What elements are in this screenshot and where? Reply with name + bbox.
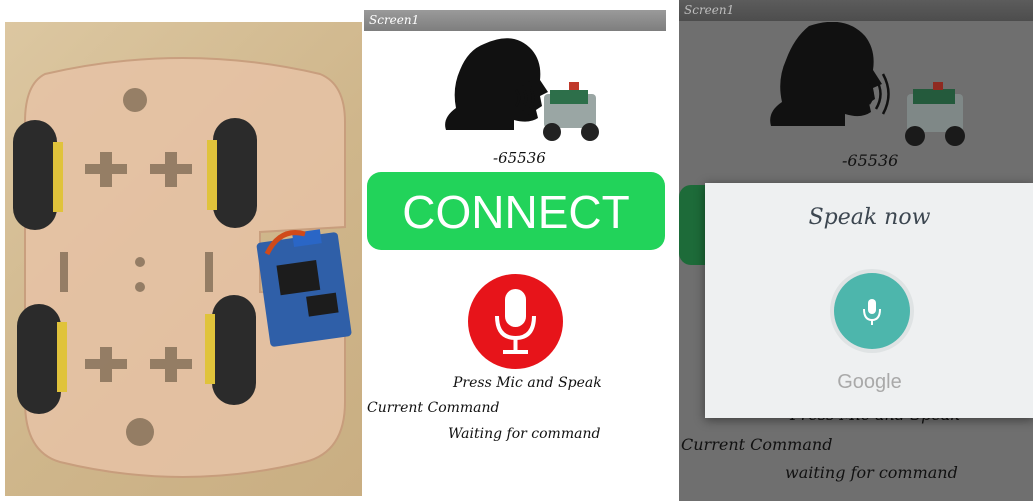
- header-illustration: [445, 38, 599, 141]
- motor-driver-board: [256, 229, 352, 347]
- robot-car-icon: [905, 82, 965, 146]
- header-illustration: [770, 22, 965, 146]
- speech-recognition-dialog: Speak now Google: [705, 183, 1033, 418]
- app-screen-speech-dialog: Screen1 -65536 Press Mic and Speak Curre…: [679, 0, 1033, 501]
- press-mic-label: Press Mic and Speak: [453, 375, 602, 391]
- window-title: Screen1: [364, 10, 666, 31]
- connect-button[interactable]: CONNECT: [367, 172, 665, 250]
- voice-input-button[interactable]: [834, 273, 910, 349]
- status-text: waiting for command: [785, 463, 958, 482]
- google-label: Google: [837, 371, 902, 393]
- microphone-icon: [495, 289, 536, 354]
- chassis-drawing: [13, 57, 352, 478]
- robot-chassis-photo: [5, 22, 362, 496]
- value-readout: -65536: [842, 151, 899, 170]
- value-readout: -65536: [493, 149, 546, 167]
- speaking-head-icon: [445, 38, 548, 131]
- microphone-button[interactable]: [468, 274, 563, 369]
- app-screen-main: Screen1 -65536 CONNECT Press Mic and Spe…: [364, 10, 666, 498]
- speaking-head-icon: [770, 22, 882, 126]
- status-text: Waiting for command: [448, 426, 601, 442]
- speak-now-prompt: Speak now: [808, 205, 931, 230]
- robot-car-icon: [543, 82, 599, 141]
- microphone-icon: [863, 299, 881, 325]
- current-command-label: Current Command: [367, 400, 500, 416]
- current-command-label: Current Command: [681, 435, 833, 454]
- window-title: Screen1: [679, 0, 1033, 21]
